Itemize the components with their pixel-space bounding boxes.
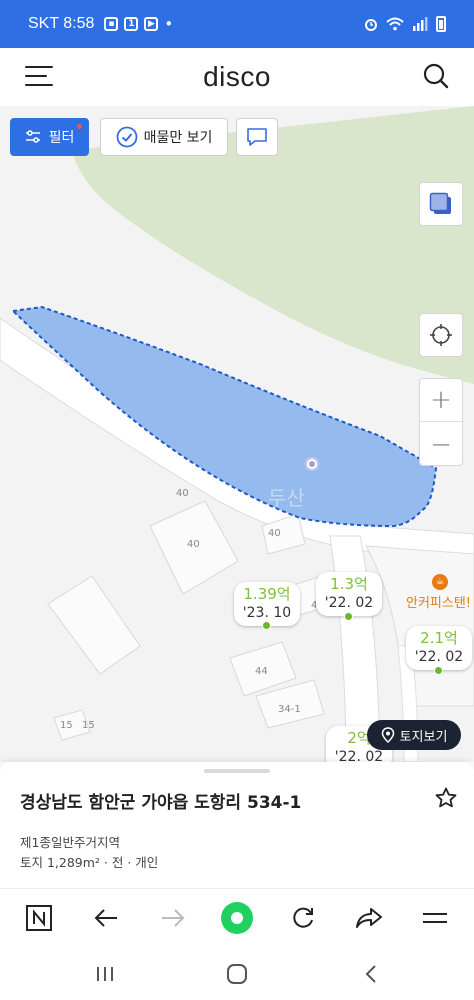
filter-active-dot (77, 124, 82, 129)
recent-apps-button[interactable] (91, 960, 119, 988)
cafe-icon: ☕ (432, 574, 448, 590)
naver-home-button[interactable] (22, 901, 56, 935)
marker-date: '23. 10 (242, 605, 292, 621)
app-title: disco (203, 61, 271, 92)
property-address: 경상남도 함안군 가야읍 도항리 534-1 (20, 793, 302, 813)
filter-button[interactable]: 필터 (10, 118, 89, 156)
marker-price: 1.3억 (330, 575, 368, 593)
listings-only-label: 매물만 보기 (143, 130, 213, 146)
youtube-icon: ▶ (144, 17, 159, 31)
more-dot-icon: • (164, 15, 174, 33)
zoom-out-button[interactable]: − (420, 423, 462, 466)
filter-sliders-icon (25, 130, 40, 143)
map-view[interactable]: 두산 40 40 40 40 44 34-1 15 15 필터 매물만 보기 +… (0, 106, 474, 762)
hamburger-icon (423, 913, 447, 923)
arrow-left-icon (94, 909, 117, 927)
crosshair-icon (430, 324, 452, 346)
building-label: 40 (187, 539, 200, 550)
transaction-marker[interactable]: 1.39억 '23. 10 (234, 582, 300, 626)
marker-price: 1.39억 (243, 585, 291, 603)
land-view-button[interactable]: 토지보기 (367, 720, 461, 750)
marker-pin-dot (344, 612, 353, 621)
app-header: disco (0, 48, 474, 106)
building-label: 15 (82, 720, 95, 731)
search-icon[interactable] (422, 62, 450, 90)
status-notification-icons: ▪ 1 ▶ • (104, 15, 173, 33)
battery-icon (436, 16, 446, 32)
wifi-icon (386, 17, 404, 31)
status-time: SKT 8:58 (28, 15, 95, 32)
home-square-icon (227, 964, 247, 984)
poi-label[interactable]: 안커피스탠! (406, 592, 471, 611)
favorite-star-icon[interactable] (434, 786, 458, 810)
zoom-in-button[interactable]: + (420, 379, 462, 422)
location-pin-icon (381, 727, 394, 743)
system-nav-bar (0, 946, 474, 1000)
status-bar: SKT 8:58 ▪ 1 ▶ • (0, 0, 474, 48)
land-view-label: 토지보기 (399, 729, 448, 745)
building-label: 44 (255, 666, 268, 677)
marker-price: 2.1억 (420, 629, 458, 647)
building-label: 40 (176, 488, 189, 499)
marker-date: '22. 02 (324, 595, 374, 611)
chat-button[interactable] (236, 118, 278, 156)
green-circle-icon (221, 902, 253, 934)
sheet-grabber[interactable] (204, 769, 270, 773)
status-system-icons (364, 16, 446, 32)
chat-bubble-icon (247, 128, 267, 146)
check-circle-icon (116, 126, 137, 148)
recent-apps-icon (97, 967, 113, 981)
marker-date: '22. 02 (414, 649, 464, 665)
layers-icon (429, 192, 451, 214)
share-button[interactable] (352, 901, 386, 935)
land-info-text: 토지 1,289m² · 전 · 개인 (20, 855, 159, 870)
listings-only-toggle[interactable]: 매물만 보기 (100, 118, 228, 156)
system-back-button[interactable] (357, 960, 385, 988)
browser-toolbar (0, 888, 474, 946)
refresh-icon (293, 907, 313, 928)
zoning-text: 제1종일반주거지역 (20, 835, 120, 850)
my-location-button[interactable] (419, 313, 463, 357)
alarm-icon (365, 19, 377, 31)
chevron-left-icon (365, 965, 376, 983)
refresh-button[interactable] (286, 901, 320, 935)
map-base-layer (0, 106, 474, 762)
property-sheet[interactable]: 경상남도 함안군 가야읍 도항리 534-1 제1종일반주거지역 토지 1,28… (0, 762, 474, 888)
back-button[interactable] (89, 901, 123, 935)
marker-pin-dot (434, 666, 443, 675)
forward-button[interactable] (156, 901, 190, 935)
filter-label: 필터 (48, 130, 75, 146)
building-label: 34-1 (278, 704, 301, 715)
gallery-icon: ▪ (104, 17, 119, 31)
arrow-right-icon (162, 909, 185, 927)
transaction-marker[interactable]: 2.1억 '22. 02 (406, 626, 472, 670)
menu-icon[interactable] (25, 64, 53, 88)
browser-menu-button[interactable] (418, 901, 452, 935)
naver-n-icon (26, 905, 52, 931)
building-label: 40 (268, 528, 281, 539)
share-arrow-icon (356, 908, 382, 928)
map-layers-button[interactable] (419, 182, 463, 226)
building (47, 575, 141, 675)
notification-badge-icon: 1 (124, 17, 139, 31)
building-label: 15 (60, 720, 73, 731)
marker-pin-dot (262, 621, 271, 630)
green-dot-button[interactable] (220, 901, 254, 935)
transaction-marker[interactable]: 1.3억 '22. 02 (316, 572, 382, 616)
map-watermark: 두산 (268, 486, 305, 510)
home-button[interactable] (223, 960, 251, 988)
signal-icon (413, 17, 428, 31)
zoom-controls: + − (419, 378, 463, 466)
marker-date: '22. 02 (334, 749, 384, 762)
